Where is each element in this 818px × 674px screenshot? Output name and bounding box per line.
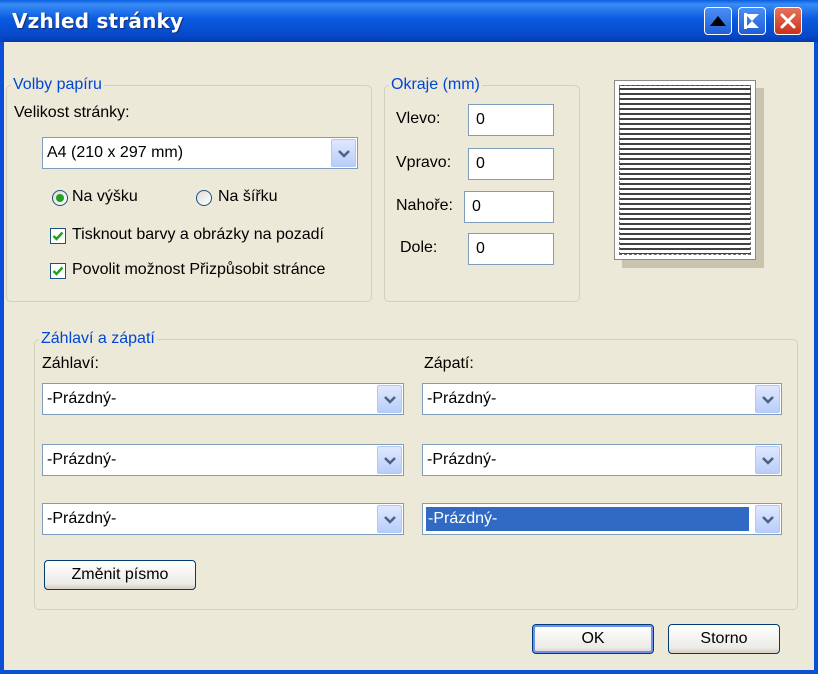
chevron-down-icon (762, 457, 774, 465)
header-footer-legend: Záhlaví a zápatí (41, 330, 155, 347)
close-button[interactable] (774, 7, 802, 35)
restore-button[interactable] (738, 7, 766, 35)
footer-select-2[interactable]: -Prázdný- (422, 444, 782, 476)
page-size-value: A4 (210 x 297 mm) (47, 144, 184, 161)
landscape-label[interactable]: Na šířku (218, 188, 278, 206)
margin-right-value: 0 (476, 155, 485, 172)
footer-select-3[interactable]: -Prázdný- (422, 503, 782, 535)
margin-left-input[interactable]: 0 (468, 104, 554, 136)
margin-left-label: Vlevo: (396, 110, 441, 127)
footer-select-1-value: -Prázdný- (427, 390, 497, 407)
title-bar[interactable]: Vzhled stránky (0, 0, 818, 42)
margin-bottom-label: Dole: (400, 239, 438, 256)
help-button[interactable] (704, 7, 732, 35)
footer-select-2-value: -Prázdný- (427, 451, 497, 468)
margin-right-label: Vpravo: (396, 154, 452, 171)
chevron-down-icon (762, 516, 774, 524)
landscape-radio[interactable] (196, 190, 212, 206)
margin-bottom-value: 0 (476, 240, 485, 257)
header-select-3-dropdown-button[interactable] (377, 505, 402, 533)
shrink-to-fit-label[interactable]: Povolit možnost Přizpůsobit stránce (72, 261, 325, 279)
page-size-label: Velikost stránky: (14, 104, 130, 121)
footer-select-2-dropdown-button[interactable] (755, 446, 780, 474)
page-preview (614, 80, 756, 260)
header-select-1-dropdown-button[interactable] (377, 385, 402, 413)
hourglass-icon (744, 13, 759, 29)
chevron-down-icon (384, 457, 396, 465)
margin-top-input[interactable]: 0 (464, 191, 554, 223)
triangle-up-icon (710, 16, 726, 26)
header-select-2-value: -Prázdný- (47, 451, 117, 468)
footer-select-3-dropdown-button[interactable] (755, 505, 780, 533)
header-select-2-dropdown-button[interactable] (377, 446, 402, 474)
close-icon (780, 13, 796, 29)
margin-bottom-input[interactable]: 0 (468, 233, 554, 265)
page-size-select[interactable]: A4 (210 x 297 mm) (42, 137, 358, 169)
window-title: Vzhled stránky (12, 9, 184, 33)
footer-select-1[interactable]: -Prázdný- (422, 383, 782, 415)
margin-right-input[interactable]: 0 (468, 148, 554, 180)
footer-label: Zápatí: (424, 355, 474, 372)
chevron-down-icon (384, 396, 396, 404)
margin-top-value: 0 (472, 198, 481, 215)
shrink-to-fit-checkbox[interactable] (50, 263, 66, 279)
cancel-button[interactable]: Storno (668, 624, 780, 654)
header-select-2[interactable]: -Prázdný- (42, 444, 404, 476)
paper-options-legend: Volby papíru (13, 76, 102, 93)
header-select-3[interactable]: -Prázdný- (42, 503, 404, 535)
portrait-radio[interactable] (52, 190, 68, 206)
checkmark-icon (52, 266, 64, 276)
page-size-dropdown-button[interactable] (331, 139, 356, 167)
print-background-label[interactable]: Tisknout barvy a obrázky na pozadí (72, 226, 324, 244)
footer-select-1-dropdown-button[interactable] (755, 385, 780, 413)
header-label: Záhlaví: (42, 355, 99, 372)
chevron-down-icon (338, 150, 350, 158)
margin-top-label: Nahoře: (396, 197, 453, 214)
header-select-1[interactable]: -Prázdný- (42, 383, 404, 415)
chevron-down-icon (384, 516, 396, 524)
checkmark-icon (52, 231, 64, 241)
page-preview-content (619, 85, 751, 255)
footer-select-3-value: -Prázdný- (426, 507, 749, 531)
print-background-checkbox[interactable] (50, 228, 66, 244)
margin-left-value: 0 (476, 111, 485, 128)
chevron-down-icon (762, 396, 774, 404)
ok-button[interactable]: OK (532, 624, 654, 654)
margins-legend: Okraje (mm) (391, 76, 480, 93)
portrait-label[interactable]: Na výšku (72, 188, 138, 206)
header-select-3-value: -Prázdný- (47, 510, 117, 527)
change-font-button[interactable]: Změnit písmo (44, 560, 196, 590)
header-select-1-value: -Prázdný- (47, 390, 117, 407)
